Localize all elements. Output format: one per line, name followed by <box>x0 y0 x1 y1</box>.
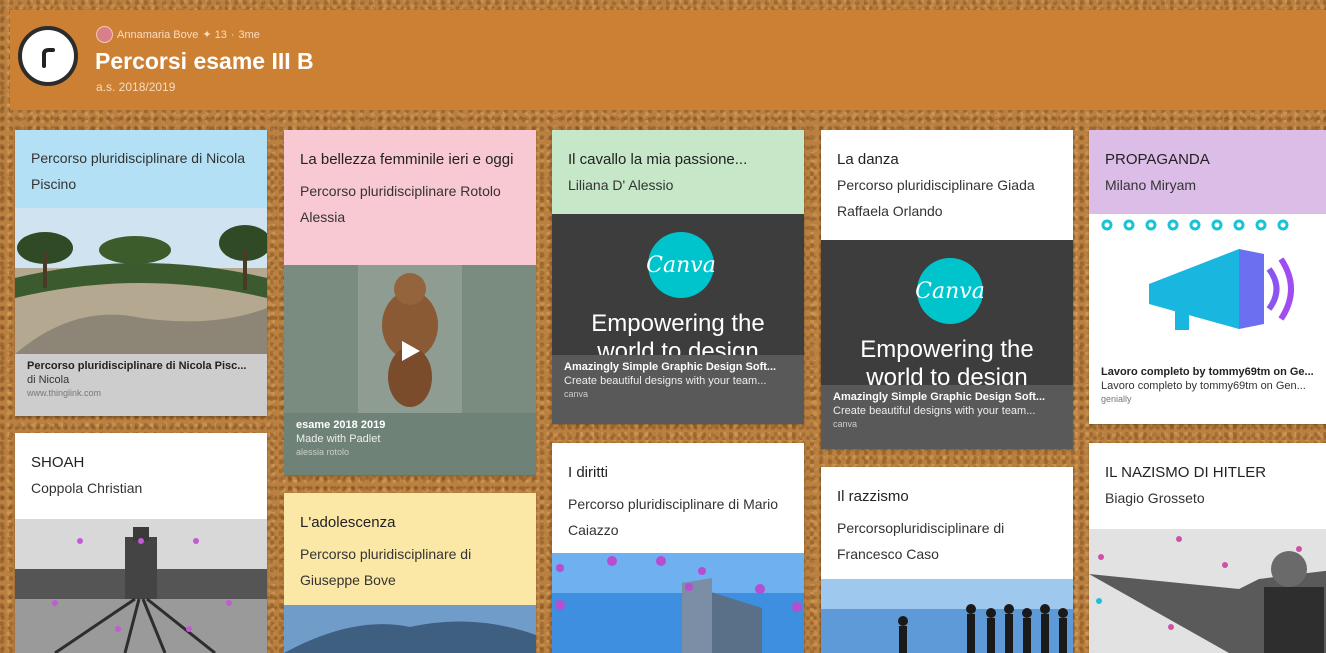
link-title[interactable]: Percorso pluridisciplinare di Nicola Pis… <box>27 360 257 372</box>
link-description: Lavoro completo by tommy69tm on Gen... <box>1101 380 1306 392</box>
link-title[interactable]: Lavoro completo by tommy69tm on Ge... <box>1101 366 1326 378</box>
card-body: Biagio Grosseto <box>1105 490 1205 506</box>
silhouettes-image[interactable] <box>821 579 1073 653</box>
canva-tagline: Empowering the <box>860 336 1034 363</box>
post-card-danza[interactable]: La danza Percorso pluridisciplinare Giad… <box>821 130 1073 449</box>
post-card-nazismo[interactable]: IL NAZISMO DI HITLER Biagio Grosseto <box>1089 443 1326 653</box>
post-age: 3me <box>238 28 260 41</box>
link-source: canva <box>564 389 589 399</box>
canva-image[interactable]: Canva Empowering the world to design <box>821 240 1073 385</box>
canva-tagline-2: world to design <box>866 364 1028 385</box>
card-body: Percorso pluridisciplinare Rotolo Alessi… <box>300 183 501 225</box>
likes-count: ✦ 13 <box>202 29 227 41</box>
link-description: Made with Padlet <box>296 433 381 445</box>
card-title: I diritti <box>568 464 609 481</box>
post-card-diritti[interactable]: I diritti Percorso pluridisciplinare di … <box>552 443 804 653</box>
card-title: Il cavallo la mia passione... <box>568 151 748 168</box>
card-header: I diritti Percorso pluridisciplinare di … <box>552 443 804 553</box>
canva-tagline: Empowering the <box>591 310 765 337</box>
auschwitz-image[interactable] <box>15 519 267 653</box>
meta-separator: · <box>230 28 235 41</box>
card-title: PROPAGANDA <box>1105 151 1210 168</box>
card-header: Il cavallo la mia passione... Liliana D'… <box>552 130 804 214</box>
link-source: canva <box>833 419 858 429</box>
board-title: Percorsi esame III B <box>95 48 314 74</box>
board-header: Annamaria Bove ✦ 13 · 3me Percorsi esame… <box>10 10 1326 110</box>
post-card-nicola-piscino[interactable]: Percorso pluridisciplinare di Nicola Pis… <box>15 130 267 416</box>
link-source: www.thinglink.com <box>27 388 102 398</box>
board-subtitle: a.s. 2018/2019 <box>96 80 176 94</box>
link-description: Create beautiful designs with your team.… <box>564 375 767 387</box>
megaphone-image[interactable] <box>1089 214 1326 360</box>
post-card-razzismo[interactable]: Il razzismo Percorsopluridisciplinare di… <box>821 467 1073 653</box>
card-title: Il razzismo <box>837 488 909 505</box>
card-header: IL NAZISMO DI HITLER Biagio Grosseto <box>1089 443 1326 529</box>
card-body: Percorsopluridisciplinare di Francesco C… <box>837 520 1005 562</box>
venus-video-thumbnail[interactable] <box>284 265 536 413</box>
canva-tagline-2: world to design <box>597 338 759 355</box>
link-description: Create beautiful designs with your team.… <box>833 405 1036 417</box>
post-card-adolescenza[interactable]: L'adolescenza Percorso pluridisciplinare… <box>284 493 536 653</box>
canva-logo-icon: Canva <box>646 232 716 298</box>
card-title: IL NAZISMO DI HITLER <box>1105 464 1267 481</box>
post-card-propaganda[interactable]: PROPAGANDA Milano Miryam Lavoro completo… <box>1089 130 1326 424</box>
canva-image[interactable]: Canva Empowering the world to design <box>552 214 804 355</box>
hitler-photo-image[interactable] <box>1089 529 1326 653</box>
card-body: Coppola Christian <box>31 480 143 496</box>
card-body: Liliana D' Alessio <box>568 177 674 193</box>
post-card-bellezza-femminile[interactable]: La bellezza femminile ieri e oggi Percor… <box>284 130 536 475</box>
card-body: Percorso pluridisciplinare di Mario Caia… <box>568 496 779 538</box>
author-name[interactable]: Annamaria Bove <box>117 29 198 41</box>
post-card-cavallo[interactable]: Il cavallo la mia passione... Liliana D'… <box>552 130 804 424</box>
clock-logo-icon[interactable] <box>18 26 78 86</box>
card-title: L'adolescenza <box>300 514 396 531</box>
card-body: Percorso pluridisciplinare Giada Raffael… <box>837 177 1035 219</box>
board-meta: Annamaria Bove ✦ 13 · 3me <box>96 26 260 43</box>
card-header: La danza Percorso pluridisciplinare Giad… <box>821 130 1073 240</box>
card-header: L'adolescenza Percorso pluridisciplinare… <box>284 493 536 605</box>
link-description: di Nicola <box>27 374 70 386</box>
un-building-image[interactable] <box>552 553 804 653</box>
thinglink-panorama-image[interactable] <box>15 208 267 354</box>
avatar[interactable] <box>96 26 113 43</box>
link-source: genially <box>1101 394 1132 404</box>
card-header: SHOAH Coppola Christian <box>15 433 267 519</box>
card-header: La bellezza femminile ieri e oggi Percor… <box>284 130 536 265</box>
link-title[interactable]: Amazingly Simple Graphic Design Soft... <box>833 391 1063 403</box>
mountain-image[interactable] <box>284 605 536 653</box>
link-title[interactable]: Amazingly Simple Graphic Design Soft... <box>564 361 794 373</box>
card-title: La danza <box>837 151 899 168</box>
card-title: SHOAH <box>31 454 85 471</box>
link-title[interactable]: esame 2018 2019 <box>296 419 526 431</box>
card-header: Percorso pluridisciplinare di Nicola Pis… <box>15 130 267 208</box>
post-card-shoah[interactable]: SHOAH Coppola Christian <box>15 433 267 653</box>
link-preview[interactable]: Amazingly Simple Graphic Design Soft... … <box>552 355 804 424</box>
card-header: Il razzismo Percorsopluridisciplinare di… <box>821 467 1073 579</box>
card-title: La bellezza femminile ieri e oggi <box>300 151 514 168</box>
canva-logo-icon: Canva <box>915 258 985 324</box>
link-preview[interactable]: Lavoro completo by tommy69tm on Ge... La… <box>1089 360 1326 424</box>
link-preview[interactable]: esame 2018 2019 Made with Padlet alessia… <box>284 413 536 475</box>
card-body: Milano Miryam <box>1105 177 1197 193</box>
link-preview[interactable]: Percorso pluridisciplinare di Nicola Pis… <box>15 354 267 416</box>
card-header: PROPAGANDA Milano Miryam <box>1089 130 1326 214</box>
card-body: Percorso pluridisciplinare di Giuseppe B… <box>300 546 472 588</box>
link-preview[interactable]: Amazingly Simple Graphic Design Soft... … <box>821 385 1073 449</box>
link-source: alessia rotolo <box>296 447 350 457</box>
card-title: Percorso pluridisciplinare di Nicola Pis… <box>31 150 245 192</box>
